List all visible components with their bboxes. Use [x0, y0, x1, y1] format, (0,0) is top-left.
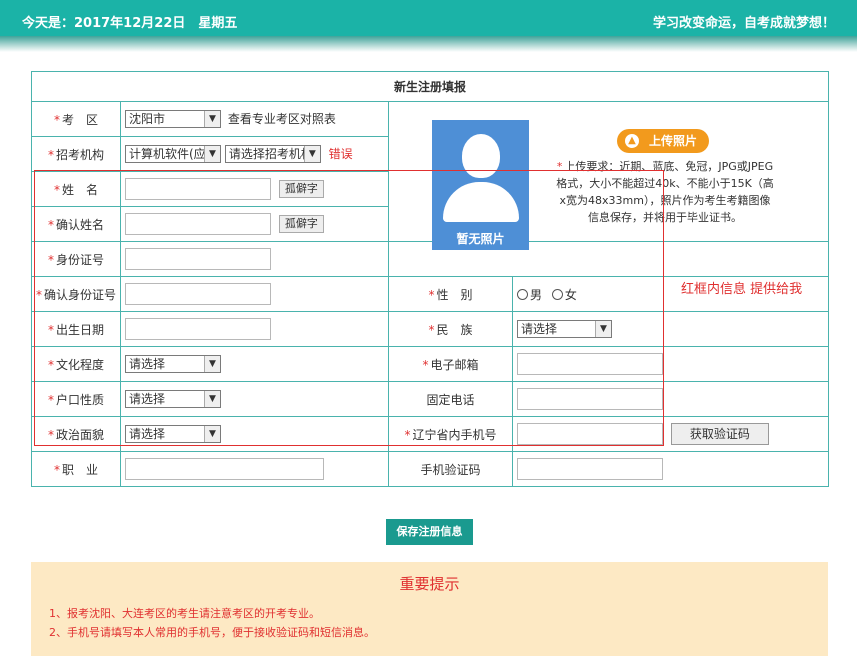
occupation-input[interactable] [125, 458, 324, 480]
institution-error: 错误 [328, 146, 353, 161]
chevron-down-icon: ▼ [204, 391, 220, 407]
chevron-down-icon: ▼ [204, 146, 220, 163]
mobile-input[interactable] [517, 423, 663, 445]
avatar-head-icon [462, 134, 500, 178]
birth-date-input[interactable] [125, 318, 271, 340]
exam-area-label: * 考 区 [31, 101, 121, 137]
education-select[interactable]: 请选择 ▼ [125, 355, 221, 373]
confirm-id-input[interactable] [125, 283, 271, 305]
gender-label: * 性 别 [388, 276, 513, 312]
household-select[interactable]: 请选择 ▼ [125, 390, 221, 408]
chevron-down-icon: ▼ [303, 146, 320, 163]
institution-select[interactable]: 请选择招考机构 ▼ [224, 145, 321, 164]
email-input[interactable] [517, 353, 663, 375]
chevron-down-icon: ▼ [204, 111, 220, 128]
occupation-label: * 职 业 [31, 451, 121, 487]
no-photo-label: 暂无照片 [456, 232, 505, 246]
top-bar-shadow [0, 36, 857, 52]
get-code-button[interactable]: 获取验证码 [670, 423, 769, 445]
major-select[interactable]: 计算机软件(应 ▼ [125, 145, 221, 164]
notice-title: 重要提示 [399, 575, 460, 593]
chevron-down-icon: ▼ [595, 321, 611, 337]
important-notice: 重要提示 1、报考沈阳、大连考区的考生请注意考区的开考专业。 2、手机号请填写本… [31, 562, 828, 656]
radio-circle-icon [551, 288, 563, 300]
political-label: * 政治面貌 [31, 416, 121, 452]
confirm-id-label: * 确认身份证号 [31, 276, 121, 312]
gender-male-radio[interactable]: 男 [517, 288, 542, 302]
confirm-name-input[interactable] [125, 213, 271, 235]
name-rare-char-button[interactable]: 孤僻字 [278, 180, 324, 198]
birth-date-label: * 出生日期 [31, 311, 121, 347]
save-registration-button[interactable]: 保存注册信息 [386, 519, 473, 545]
radio-circle-icon [517, 288, 528, 300]
gender-female-radio[interactable]: 女 [551, 288, 577, 302]
upload-photo-button[interactable]: ▲ 上传照片 [617, 129, 709, 153]
form-title: 新生注册填报 [31, 71, 829, 102]
institution-label: * 招考机构 [31, 136, 121, 172]
upload-requirement: * 上传要求：近期、蓝底、免冠，JPG或JPEG格式，大小不能超过40k、不能小于… [556, 160, 774, 224]
avatar-body-icon [443, 182, 519, 222]
upload-arrow-icon: ▲ [625, 134, 639, 148]
ethnicity-label: * 民 族 [388, 311, 513, 347]
notice-item: 2、手机号请填写本人常用的手机号，便于接收验证码和短信消息。 [49, 626, 375, 639]
sms-code-label: 手机验证码 [388, 451, 513, 487]
area-mapping-link[interactable]: 查看专业考区对照表 [228, 112, 336, 126]
landline-label: 固定电话 [388, 381, 513, 417]
education-label: * 文化程度 [31, 346, 121, 382]
exam-area-select[interactable]: 沈阳市 ▼ [125, 110, 221, 129]
highlight-note: 红框内信息 提供给我 [681, 282, 803, 297]
chevron-down-icon: ▼ [204, 426, 220, 442]
name-label: * 姓 名 [31, 171, 121, 207]
email-label: * 电子邮箱 [388, 346, 513, 382]
sms-code-input[interactable] [517, 458, 663, 480]
slogan: 学习改变命运，自考成就梦想！ [652, 16, 835, 31]
confirm-name-rare-char-button[interactable]: 孤僻字 [278, 215, 324, 233]
photo-placeholder: 暂无照片 [432, 120, 529, 250]
mobile-label: * 辽宁省内手机号 [388, 416, 513, 452]
political-select[interactable]: 请选择 ▼ [125, 425, 221, 443]
current-date: 今天是：2017年12月22日 星期五 [22, 16, 238, 31]
id-number-label: * 身份证号 [31, 241, 121, 277]
notice-item: 1、报考沈阳、大连考区的考生请注意考区的开考专业。 [49, 607, 320, 620]
chevron-down-icon: ▼ [204, 356, 220, 372]
name-input[interactable] [125, 178, 271, 200]
household-label: * 户口性质 [31, 381, 121, 417]
landline-input[interactable] [517, 388, 663, 410]
id-number-input[interactable] [125, 248, 271, 270]
ethnicity-select[interactable]: 请选择 ▼ [517, 320, 612, 338]
confirm-name-label: * 确认姓名 [31, 206, 121, 242]
